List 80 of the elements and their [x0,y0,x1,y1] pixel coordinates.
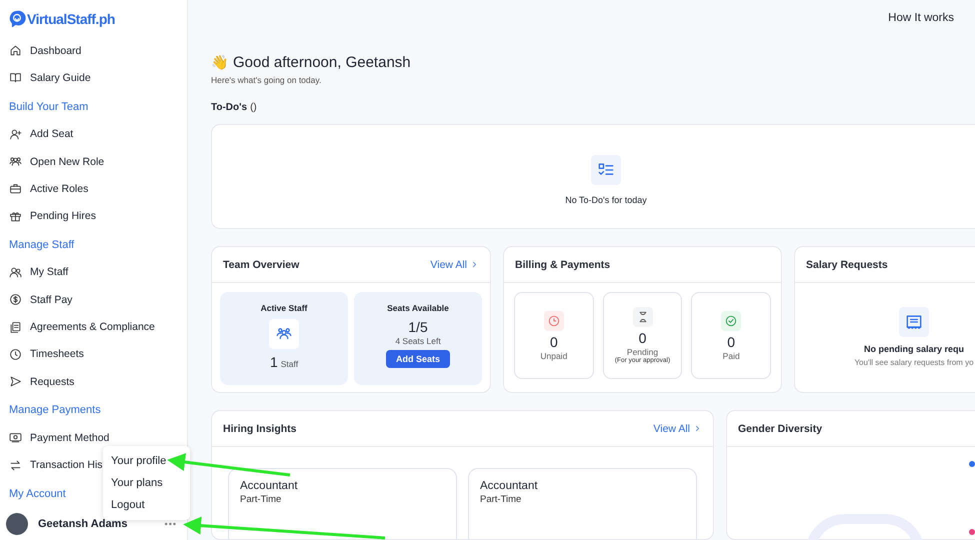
tile-value: 0 [550,334,558,350]
empty-message: No To-Do's for today [565,195,647,206]
menu-item[interactable]: Logout [103,494,190,516]
checklist-icon [591,155,621,186]
add-user-icon [9,128,22,141]
role-type: Part-Time [480,494,522,505]
nav-item[interactable]: Timesheets [9,340,84,368]
nav-section-heading: Manage Payments [9,403,101,418]
empty-message: You'll see salary requests from yo [854,358,974,367]
empty-title: No pending salary requ [864,344,964,354]
todos-count: () [250,102,257,113]
card-title: Team Overview [223,258,300,270]
nav-section-heading: My Account [9,486,66,502]
nav-item[interactable]: Active Roles [9,175,88,202]
nav-item[interactable]: Staff Pay [9,286,72,314]
tile-label: Pending [626,347,658,357]
home-icon [9,44,22,58]
nav-item[interactable]: My Staff [9,258,68,286]
nav-item[interactable]: Pending Hires [9,202,96,230]
seats-value: 1/5 [408,319,428,335]
nav-section-heading: Build Your Team [9,100,88,115]
greeting-title: Good afternoon, Geetansh [233,54,411,71]
user-name: Geetansh Adams [38,518,128,530]
nav-item[interactable]: Payment Method [9,424,110,452]
staff-unit: Staff [280,359,298,369]
card-title: Billing & Payments [515,258,610,270]
tile-value: 0 [727,334,736,350]
tile-label: Paid [722,350,740,360]
chevron-right-icon [470,260,479,269]
send-icon [9,375,22,388]
briefcase-icon [9,182,22,196]
chevron-right-icon [693,424,702,433]
brand-logo-text[interactable]: VirtualStaff.ph [27,11,115,27]
role-card[interactable]: Accountant Part-Time [228,468,457,540]
clock-icon [9,348,22,361]
staff-count: 1 [270,354,278,370]
seats-left: 4 Seats Left [395,336,441,346]
book-icon [9,71,22,84]
waving-hand-emoji: 👋 [211,54,228,70]
add-seats-button[interactable]: Add Seats [386,350,450,368]
card-title: Hiring Insights [223,422,296,434]
card-title: Salary Requests [806,258,888,270]
nav-item[interactable]: Add Seat [9,120,74,148]
how-it-works-link[interactable]: How It works [888,12,954,34]
money-icon [9,431,22,444]
nav-item[interactable]: Transaction His [9,452,103,479]
transfer-icon [9,458,22,472]
nav-item[interactable]: Agreements & Compliance [9,313,155,341]
team-icon [269,319,299,349]
dollar-icon [9,293,22,306]
stat-title: Active Staff [260,303,308,313]
nav-item[interactable]: Dashboard [9,37,82,64]
role-type: Part-Time [240,494,282,505]
role-title: Accountant [240,480,299,492]
view-all-link[interactable]: View All [653,422,702,434]
tile-label: Unpaid [540,350,568,360]
receipt-icon [899,307,929,337]
avatar[interactable] [6,513,28,535]
nav-item[interactable]: Requests [9,368,74,396]
documents-icon [9,320,22,334]
nav-section-heading: Manage Staff [9,238,74,253]
more-button[interactable]: ••• [160,519,181,529]
menu-item[interactable]: Your profile [103,450,190,472]
role-card[interactable]: Accountant Part-Time [468,468,697,540]
greeting-subtitle: Here's what's going on today. [211,74,322,85]
users-icon [9,155,22,168]
stat-title: Seats Available [387,303,449,313]
hourglass-icon [632,307,652,327]
role-title: Accountant [480,480,539,492]
view-all-link[interactable]: View All [430,258,479,270]
todos-title: To-Do's [211,102,248,113]
tile-value: 0 [638,330,646,346]
logo-icon [8,9,26,29]
users-icon [9,266,22,279]
clock-icon [544,310,564,330]
nav-item[interactable]: Open New Role [9,148,104,176]
gift-icon [9,210,22,223]
nav-item[interactable]: Salary Guide [9,64,91,92]
card-title: Gender Diversity [738,422,822,434]
menu-item[interactable]: Your plans [103,472,190,494]
